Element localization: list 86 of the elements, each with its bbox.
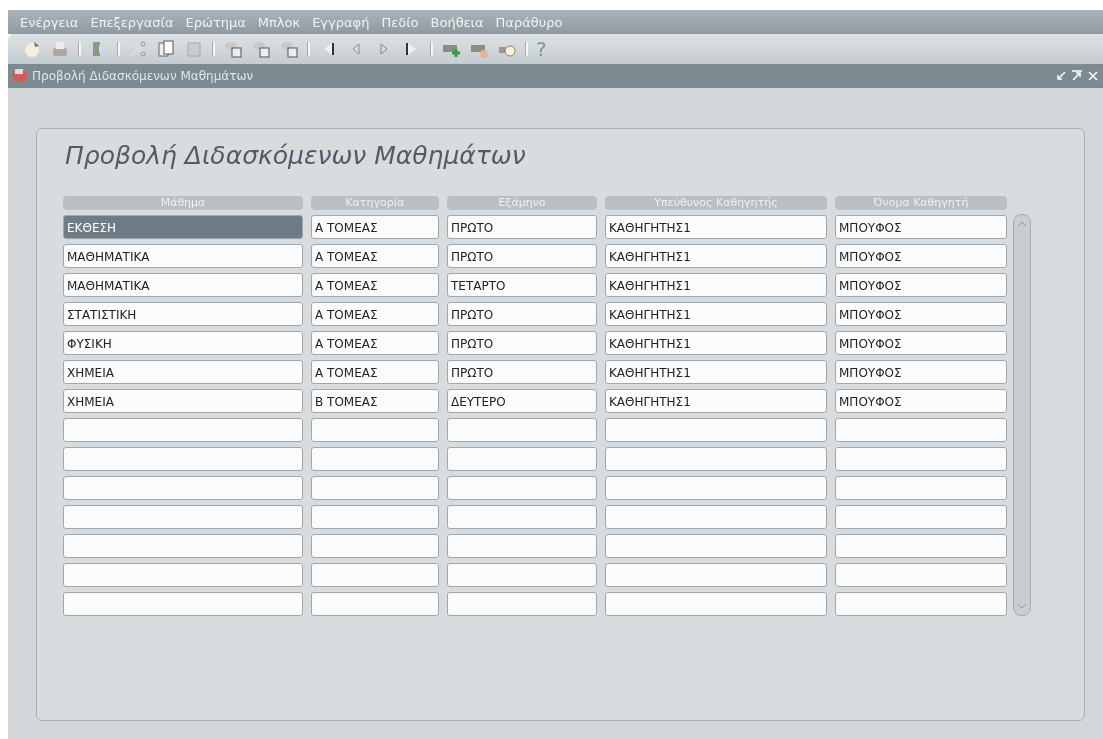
input-field[interactable] — [63, 505, 303, 529]
input-field[interactable]: Α ΤΟΜΕΑΣ — [311, 273, 439, 297]
input-field[interactable]: ΜΠΟΥΦΟΣ — [835, 244, 1007, 268]
input-field[interactable] — [605, 563, 827, 587]
input-field[interactable]: ΚΑΘΗΓΗΤΗΣ1 — [605, 331, 827, 355]
input-field[interactable] — [447, 563, 597, 587]
input-field[interactable]: ΚΑΘΗΓΗΤΗΣ1 — [605, 389, 827, 413]
input-field[interactable] — [63, 592, 303, 616]
input-field[interactable]: ΠΡΩΤΟ — [447, 331, 597, 355]
copy-icon[interactable] — [156, 39, 176, 59]
input-field[interactable] — [835, 534, 1007, 558]
input-field[interactable] — [447, 505, 597, 529]
input-field[interactable] — [63, 563, 303, 587]
input-field[interactable]: ΠΡΩΤΟ — [447, 360, 597, 384]
input-field[interactable]: ΚΑΘΗΓΗΤΗΣ1 — [605, 302, 827, 326]
input-field[interactable]: ΠΡΩΤΟ — [447, 215, 597, 239]
query-icon[interactable] — [223, 39, 243, 59]
input-field[interactable] — [63, 534, 303, 558]
scroll-down-icon[interactable] — [1016, 601, 1028, 611]
input-field[interactable] — [447, 534, 597, 558]
input-field[interactable]: Β ΤΟΜΕΑΣ — [311, 389, 439, 413]
maximize-icon[interactable] — [1071, 70, 1083, 82]
input-field[interactable] — [447, 476, 597, 500]
input-field[interactable] — [447, 592, 597, 616]
input-field[interactable] — [311, 418, 439, 442]
input-field[interactable]: ΠΡΩΤΟ — [447, 244, 597, 268]
input-field[interactable] — [447, 447, 597, 471]
input-field[interactable]: Α ΤΟΜΕΑΣ — [311, 215, 439, 239]
input-field[interactable]: ΜΠΟΥΦΟΣ — [835, 331, 1007, 355]
input-field[interactable]: ΦΥΣΙΚΗ — [63, 331, 303, 355]
input-field[interactable]: ΠΡΩΤΟ — [447, 302, 597, 326]
input-field[interactable] — [311, 505, 439, 529]
input-field[interactable] — [835, 418, 1007, 442]
input-field[interactable] — [835, 476, 1007, 500]
input-field[interactable] — [605, 505, 827, 529]
input-field[interactable] — [447, 418, 597, 442]
query-icon[interactable] — [251, 39, 271, 59]
input-field[interactable] — [605, 476, 827, 500]
input-field[interactable] — [605, 418, 827, 442]
input-field[interactable] — [63, 476, 303, 500]
input-field[interactable] — [311, 563, 439, 587]
input-field[interactable] — [311, 592, 439, 616]
input-field[interactable]: Α ΤΟΜΕΑΣ — [311, 331, 439, 355]
input-field[interactable]: ΣΤΑΤΙΣΤΙΚΗ — [63, 302, 303, 326]
input-field[interactable] — [835, 592, 1007, 616]
input-field[interactable] — [835, 563, 1007, 587]
input-field[interactable]: ΚΑΘΗΓΗΤΗΣ1 — [605, 215, 827, 239]
input-field[interactable] — [835, 447, 1007, 471]
input-field[interactable]: ΚΑΘΗΓΗΤΗΣ1 — [605, 273, 827, 297]
input-field[interactable] — [63, 447, 303, 471]
scrollbar[interactable] — [1013, 214, 1031, 616]
input-field[interactable]: ΜΑΘΗΜΑΤΙΚΑ — [63, 244, 303, 268]
input-field[interactable]: Α ΤΟΜΕΑΣ — [311, 302, 439, 326]
form-icon — [12, 68, 28, 84]
input-field[interactable]: ΜΠΟΥΦΟΣ — [835, 273, 1007, 297]
input-field[interactable] — [311, 447, 439, 471]
print-icon[interactable] — [50, 39, 70, 59]
input-field[interactable]: ΤΕΤΑΡΤΟ — [447, 273, 597, 297]
input-field[interactable] — [311, 534, 439, 558]
input-field[interactable]: ΜΠΟΥΦΟΣ — [835, 302, 1007, 326]
input-field[interactable] — [835, 505, 1007, 529]
input-field[interactable]: ΧΗΜΕΙΑ — [63, 360, 303, 384]
paste-icon[interactable] — [184, 39, 204, 59]
input-field[interactable]: Α ΤΟΜΕΑΣ — [311, 244, 439, 268]
scroll-up-icon[interactable] — [1016, 219, 1028, 229]
close-icon[interactable] — [1087, 70, 1099, 82]
input-field[interactable]: ΜΠΟΥΦΟΣ — [835, 215, 1007, 239]
input-field[interactable]: ΕΚΘΕΣΗ — [63, 215, 303, 239]
query-icon[interactable] — [279, 39, 299, 59]
input-field[interactable] — [63, 418, 303, 442]
input-field[interactable]: ΚΑΘΗΓΗΤΗΣ1 — [605, 360, 827, 384]
minimize-icon[interactable] — [1055, 70, 1067, 82]
scissors-icon[interactable] — [128, 39, 148, 59]
input-field[interactable] — [311, 476, 439, 500]
window-title: Προβολή Διδασκόμενων Μαθημάτων — [32, 69, 254, 83]
input-field[interactable] — [605, 592, 827, 616]
input-field[interactable]: ΜΠΟΥΦΟΣ — [835, 389, 1007, 413]
input-field[interactable]: ΔΕΥΤΕΡΟ — [447, 389, 597, 413]
input-field[interactable]: ΧΗΜΕΙΑ — [63, 389, 303, 413]
input-field[interactable]: Α ΤΟΜΕΑΣ — [311, 360, 439, 384]
input-field[interactable]: ΜΠΟΥΦΟΣ — [835, 360, 1007, 384]
input-field[interactable] — [605, 534, 827, 558]
form-heading: Προβολή Διδασκόμενων Μαθημάτων — [64, 141, 527, 170]
input-field[interactable]: ΚΑΘΗΓΗΤΗΣ1 — [605, 244, 827, 268]
input-field[interactable] — [605, 447, 827, 471]
input-field[interactable]: ΜΑΘΗΜΑΤΙΚΑ — [63, 273, 303, 297]
